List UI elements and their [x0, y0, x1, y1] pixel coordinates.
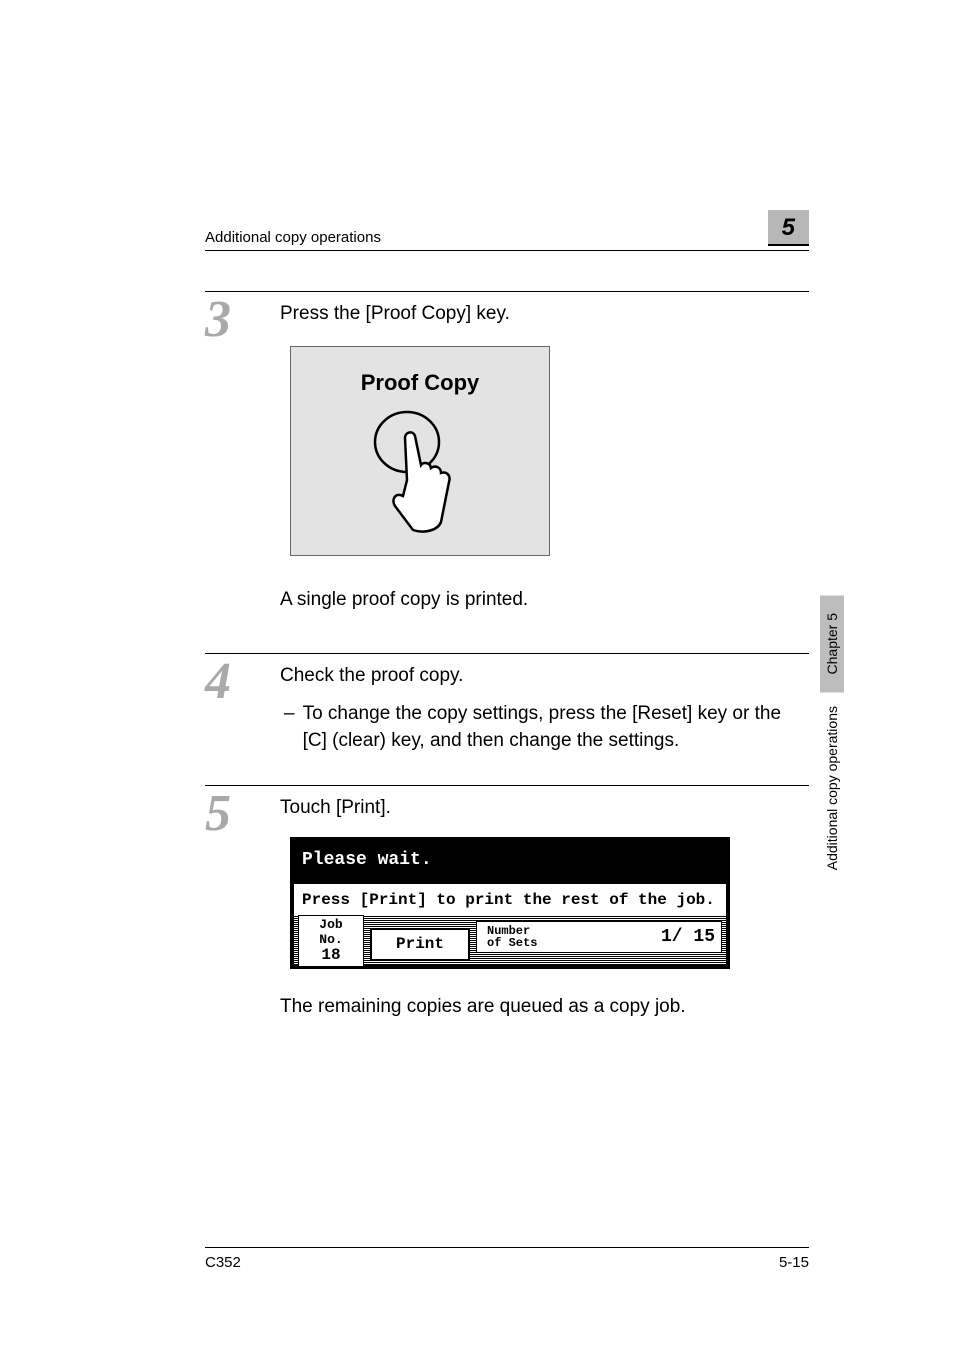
proof-copy-label: Proof Copy — [361, 367, 480, 399]
step-result: The remaining copies are queued as a cop… — [280, 993, 809, 1021]
side-label: Additional copy operations — [824, 706, 840, 870]
proof-copy-illustration: Proof Copy — [290, 346, 550, 556]
header-title: Additional copy operations — [205, 229, 381, 246]
side-chapter: Chapter 5 — [820, 595, 844, 692]
print-button[interactable]: Print — [370, 928, 470, 961]
step-number: 5 — [205, 788, 280, 1031]
lcd-header: Please wait. — [294, 841, 726, 883]
step-4: 4 Check the proof copy. – To change the … — [205, 653, 809, 755]
side-tab: Chapter 5 Additional copy operations — [820, 595, 844, 871]
lcd-panel: Please wait. Press [Print] to print the … — [290, 837, 730, 969]
step-bullet: – To change the copy settings, press the… — [284, 700, 809, 755]
step-3: 3 Press the [Proof Copy] key. Proof Copy… — [205, 291, 809, 623]
chapter-number: 5 — [768, 210, 809, 246]
step-instruction: Check the proof copy. — [280, 662, 809, 690]
bullet-text: To change the copy settings, press the [… — [303, 700, 809, 755]
dash-icon: – — [284, 700, 295, 755]
lcd-sets-label: Number of Sets — [487, 925, 537, 949]
step-number: 4 — [205, 656, 280, 755]
footer-left: C352 — [205, 1254, 241, 1271]
lcd-job-label: Job No. — [299, 918, 363, 947]
step-result: A single proof copy is printed. — [280, 586, 809, 614]
step-instruction: Touch [Print]. — [280, 794, 809, 822]
footer-right: 5-15 — [779, 1254, 809, 1271]
step-number: 3 — [205, 294, 280, 623]
page-footer: C352 5-15 — [205, 1247, 809, 1271]
step-5: 5 Touch [Print]. Please wait. Press [Pri… — [205, 785, 809, 1031]
page-header: Additional copy operations 5 — [205, 210, 809, 251]
step-instruction: Press the [Proof Copy] key. — [280, 300, 809, 328]
lcd-instruction: Press [Print] to print the rest of the j… — [294, 883, 726, 917]
lcd-sets-box: Number of Sets 1/ 15 — [476, 921, 722, 953]
lcd-job-value: 18 — [299, 947, 363, 965]
finger-press-icon — [365, 410, 475, 540]
lcd-sets-value: 1/ 15 — [661, 924, 715, 950]
lcd-job-box: Job No. 18 — [298, 915, 364, 967]
lcd-status-row: Job No. 18 Print Number of Sets 1/ 15 — [294, 917, 726, 965]
